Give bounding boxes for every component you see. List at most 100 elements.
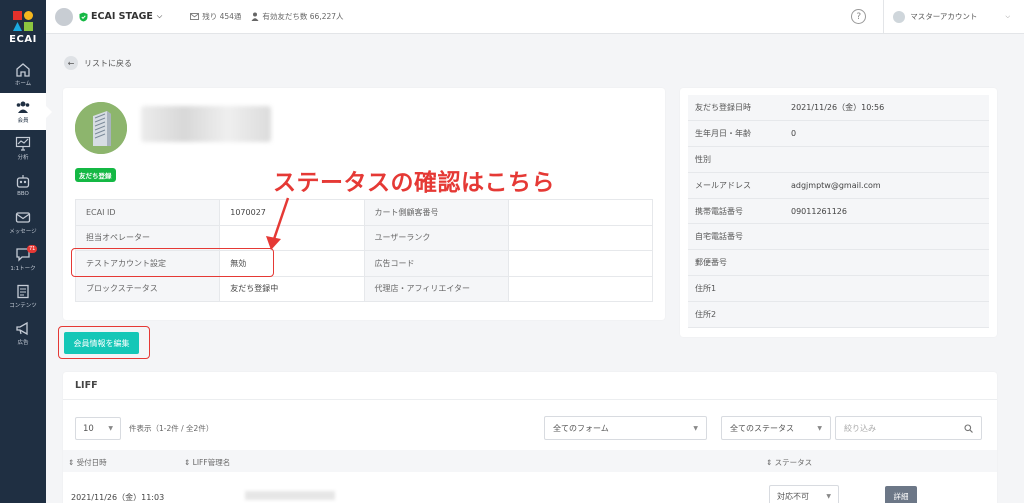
detail-row: 自宅電話番号 [688, 223, 989, 251]
friends-text: 有効友だち数 66,227人 [262, 12, 344, 21]
nav-home-label: ホーム [14, 81, 32, 87]
chat-unread-badge: 71 [27, 245, 38, 253]
members-icon [16, 101, 30, 113]
remaining-text: 残り 454通 [202, 12, 242, 21]
divider [63, 399, 997, 400]
blurred-user-name [141, 106, 271, 142]
label-address1: 住所1 [688, 275, 784, 302]
header-status-label: ステータス [774, 458, 813, 467]
detail-row: 住所2 [688, 301, 989, 328]
robot-icon [16, 175, 30, 188]
header-date[interactable]: ⇕ 受付日時 [68, 457, 107, 468]
nav-chat[interactable]: 71 1:1トーク [0, 241, 46, 278]
liff-card: LIFF 10 ▼ 件表示（1-2件 / 全2件） 全てのフォーム ▼ 全てのス… [63, 372, 997, 503]
caret-down-icon: ▼ [108, 425, 113, 432]
label-gender: 性別 [688, 146, 784, 173]
top-right-area: ? マスターアカウント ⌵ [851, 0, 1024, 33]
detail-row: 住所1 [688, 275, 989, 302]
label-birthdate: 生年月日・年齢 [688, 120, 784, 148]
row-status-value: 対応不可 [777, 491, 809, 501]
value-address2 [784, 301, 989, 328]
detail-button[interactable]: 詳細 [885, 486, 917, 503]
message-icon [15, 212, 31, 223]
value-mobile: 09011261126 [784, 198, 989, 225]
nav-ads[interactable]: 広告 [0, 315, 46, 352]
detail-row: 携帯電話番号 09011261126 [688, 198, 989, 225]
nav-content-label: コンテンツ [9, 303, 37, 309]
caret-down-icon: ▼ [693, 424, 698, 432]
edit-member-button[interactable]: 会員情報を編集 [64, 332, 139, 354]
annotation-arrow-icon [266, 197, 290, 250]
person-icon [251, 12, 259, 21]
topbar: ECAI STAGE ⌵ 残り 454通 有効友だち数 66,227人 ? マス… [46, 0, 1024, 34]
account-avatar[interactable] [893, 10, 906, 23]
workspace-avatar[interactable] [55, 7, 73, 26]
nav-bbo-label: BBO [17, 191, 29, 197]
label-email: メールアドレス [688, 172, 784, 199]
nav-message-label: メッセージ [9, 229, 37, 235]
building-image [75, 102, 127, 154]
search-placeholder: 絞り込み [844, 423, 876, 433]
per-page-select[interactable]: 10 ▼ [75, 417, 121, 440]
logo-mark-icon [13, 11, 33, 31]
divider [883, 0, 885, 33]
nav-analytics[interactable]: 分析 [0, 130, 46, 167]
label-address2: 住所2 [688, 301, 784, 328]
detail-row: 生年月日・年齢 0 [688, 120, 989, 148]
nav-members[interactable]: 会員 [0, 93, 52, 130]
logo-text: ECAI [9, 34, 37, 45]
label-registered-at: 友だち登録日時 [688, 95, 784, 122]
nav-home[interactable]: ホーム [0, 56, 46, 93]
nav-ads-label: 広告 [17, 340, 29, 346]
label-home-phone: 自宅電話番号 [688, 223, 784, 251]
table-row: ブロックステータス 友だち登録中 代理店・アフィリエイター [74, 275, 654, 302]
row-status-select[interactable]: 対応不可 ▼ [769, 485, 839, 503]
member-details-table: 友だち登録日時 2021/11/26（金）10:56 生年月日・年齢 0 性別 メー… [688, 95, 989, 328]
nav-bbo[interactable]: BBO [0, 167, 46, 204]
value-gender [784, 146, 989, 173]
active-friends: 有効友だち数 66,227人 [251, 11, 344, 22]
form-filter-select[interactable]: 全てのフォーム ▼ [544, 416, 707, 440]
label-ad-code: 広告コード [363, 250, 509, 277]
label-block-status: ブロックステータス [74, 275, 221, 302]
detail-row: 友だち登録日時 2021/11/26（金）10:56 [688, 95, 989, 122]
label-user-rank: ユーザーランク [363, 224, 509, 251]
header-liff-name-label: LIFF管理名 [192, 458, 231, 467]
nav-message[interactable]: メッセージ [0, 204, 46, 241]
table-row: ECAI ID 1070027 カート側顧客番号 [74, 199, 654, 226]
stage-selector[interactable]: ECAI STAGE ⌵ [79, 11, 162, 22]
content-icon [17, 284, 29, 299]
ecai-logo[interactable]: ECAI [0, 0, 46, 56]
label-postal-code: 郵便番号 [688, 249, 784, 277]
profile-avatar [75, 102, 127, 154]
caret-down-icon: ▼ [817, 424, 822, 432]
search-input[interactable]: 絞り込み [835, 416, 982, 440]
header-date-label: 受付日時 [76, 458, 107, 467]
liff-table-header: ⇕ 受付日時 ⇕ LIFF管理名 ⇕ ステータス [63, 450, 997, 472]
value-registered-at: 2021/11/26（金）10:56 [784, 95, 989, 122]
caret-down-icon: ▼ [826, 492, 831, 500]
back-to-list-link[interactable]: ← リストに戻る [64, 56, 132, 70]
value-postal-code [784, 249, 989, 277]
megaphone-icon [16, 321, 28, 336]
home-icon [16, 63, 30, 77]
chevron-down-icon: ⌵ [156, 12, 163, 20]
result-count: 件表示（1-2件 / 全2件） [129, 424, 214, 433]
header-status[interactable]: ⇕ ステータス [766, 457, 812, 468]
status-filter-select[interactable]: 全てのステータス ▼ [721, 416, 831, 440]
detail-row: メールアドレス adgjmptw@gmail.com [688, 172, 989, 199]
mail-icon [190, 13, 200, 20]
label-mobile: 携帯電話番号 [688, 198, 784, 225]
label-operator: 担当オペレーター [74, 224, 221, 251]
help-icon[interactable]: ? [851, 9, 867, 24]
chevron-down-icon[interactable]: ⌵ [1005, 13, 1010, 21]
header-liff-name[interactable]: ⇕ LIFF管理名 [184, 457, 230, 468]
account-name[interactable]: マスターアカウント [910, 11, 977, 22]
value-email: adgjmptw@gmail.com [784, 172, 989, 199]
arrow-left-icon: ← [64, 56, 78, 70]
friend-status-badge: 友だち登録 [75, 168, 116, 182]
nav-content[interactable]: コンテンツ [0, 278, 46, 315]
value-address1 [784, 275, 989, 302]
detail-row: 性別 [688, 146, 989, 173]
form-filter-value: 全てのフォーム [553, 423, 609, 433]
